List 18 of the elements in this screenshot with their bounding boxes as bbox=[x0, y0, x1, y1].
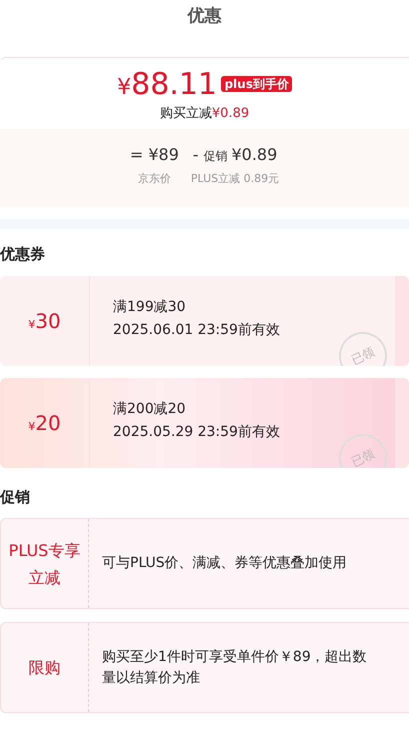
coupon-amount: ¥30 bbox=[28, 308, 61, 334]
saving-text: 购买立减¥0.89 bbox=[160, 106, 250, 121]
price-tag: plus到手价 bbox=[221, 76, 292, 92]
final-price: ¥88.11 bbox=[117, 67, 218, 102]
coupon-amount: ¥20 bbox=[28, 410, 61, 436]
coupon-rule: 满199减30 bbox=[113, 298, 187, 316]
breakdown-value: - 促销 ¥0.89 bbox=[192, 144, 278, 166]
promo-text: 可与PLUS价、满减、券等优惠叠加使用 bbox=[101, 554, 348, 573]
coupon-rule: 满200减20 bbox=[113, 400, 187, 418]
coupon-validity: 2025.06.01 23:59前有效 bbox=[113, 320, 281, 340]
coupon-validity: 2025.05.29 23:59前有效 bbox=[113, 422, 281, 442]
breakdown-caption: 京东价 bbox=[136, 171, 172, 187]
promo-label: 限购 bbox=[1, 623, 89, 712]
page-title: 优惠 bbox=[186, 5, 222, 28]
breakdown-caption: PLUS立减 0.89元 bbox=[190, 171, 280, 187]
promo-label: PLUS专享立减 bbox=[1, 519, 89, 608]
promo-text: 购买至少1件时可享受单件价￥89，超出数量以结算价为准 bbox=[101, 648, 368, 688]
breakdown-value: = ¥89 bbox=[130, 144, 179, 166]
